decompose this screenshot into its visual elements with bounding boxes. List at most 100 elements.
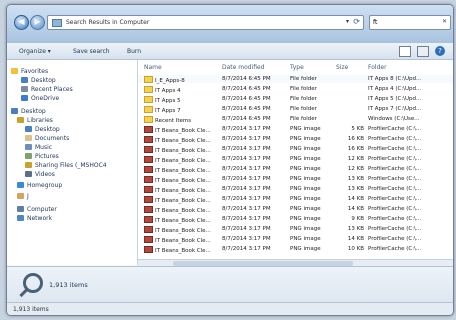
column-header-folder[interactable]: Folder xyxy=(368,64,387,71)
nav-item-1[interactable]: Desktop xyxy=(21,77,56,85)
back-button[interactable]: ◀ xyxy=(14,15,29,30)
forward-button[interactable]: ▶ xyxy=(30,15,45,30)
star-icon xyxy=(11,68,18,74)
nav-item-11[interactable]: Videos xyxy=(25,171,55,179)
file-name-text: IT Beans_Book Cle... xyxy=(155,158,211,164)
file-row[interactable]: IT Beans_Book Cle... 8/7/2014 3:17 PM PNG … xyxy=(138,155,453,164)
file-name-text: IT Beans_Book Cle... xyxy=(155,198,211,204)
file-row[interactable]: IT Beans_Book Cle... 8/7/2014 3:17 PM PNG … xyxy=(138,145,453,154)
desktop-icon xyxy=(11,108,18,114)
file-name-text: IT Beans_Book Cle... xyxy=(155,178,211,184)
file-type: PNG image xyxy=(290,236,321,242)
desktop-icon xyxy=(21,77,28,83)
file-folder: ProfilerCache (C:\... xyxy=(368,166,422,172)
file-name: IT Apps 7 xyxy=(144,106,218,114)
nav-item-label: Network xyxy=(27,215,53,222)
search-box[interactable]: ✕ xyxy=(369,15,451,30)
nav-item-2[interactable]: Recent Places xyxy=(21,86,73,94)
clear-search-icon[interactable]: ✕ xyxy=(442,18,447,25)
image-file-icon xyxy=(144,226,153,233)
burn-button[interactable]: Burn xyxy=(127,48,141,55)
homegroup-icon xyxy=(17,182,24,188)
nav-item-9[interactable]: Pictures xyxy=(25,153,59,161)
address-bar[interactable]: Search Results in Computer ▾ ⟳ xyxy=(47,15,364,30)
nav-item-13[interactable]: J xyxy=(17,193,29,201)
file-row[interactable]: IT Beans_Book Cle... 8/7/2014 3:17 PM PNG … xyxy=(138,125,453,134)
file-name-text: IT Apps 7 xyxy=(155,108,181,114)
file-row[interactable]: Recent Items 8/7/2014 6:45 PM File folder W… xyxy=(138,115,453,124)
organize-button[interactable]: Organize ▾ xyxy=(19,48,51,55)
file-type: PNG image xyxy=(290,176,321,182)
file-type: PNG image xyxy=(290,186,321,192)
file-size: 14 KB xyxy=(347,196,364,202)
file-size: 13 KB xyxy=(347,176,364,182)
nav-item-10[interactable]: Sharing Files (_MSHOC4 xyxy=(25,162,107,170)
file-name: IT Beans_Book Cle... xyxy=(144,136,218,144)
address-dropdown-icon[interactable]: ▾ xyxy=(346,18,349,25)
save-search-button[interactable]: Save search xyxy=(73,48,110,55)
file-row[interactable]: IT Beans_Book Cle... 8/7/2014 3:17 PM PNG … xyxy=(138,215,453,224)
column-header-size[interactable]: Size xyxy=(336,64,348,71)
file-date: 8/7/2014 3:17 PM xyxy=(222,126,271,132)
file-row[interactable]: IT Beans_Book Cle... 8/7/2014 3:17 PM PNG … xyxy=(138,235,453,244)
nav-item-15[interactable]: Network xyxy=(17,215,52,223)
file-folder: IT Apps 8 (C:\Upd... xyxy=(368,76,422,82)
file-date: 8/7/2014 3:17 PM xyxy=(222,166,271,172)
view-options-icon[interactable] xyxy=(399,46,411,57)
nav-item-label: Documents xyxy=(35,135,70,142)
column-header-date[interactable]: Date modified xyxy=(222,64,265,71)
nav-item-3[interactable]: OneDrive xyxy=(21,95,59,103)
preview-pane-icon[interactable] xyxy=(417,46,429,57)
file-name: IT Beans_Book Cle... xyxy=(144,146,218,154)
file-row[interactable]: IT Beans_Book Cle... 8/7/2014 3:17 PM PNG … xyxy=(138,135,453,144)
file-row[interactable]: IT Beans_Book Cle... 8/7/2014 3:17 PM PNG … xyxy=(138,245,453,254)
file-row[interactable]: IT Apps 5 8/7/2014 6:45 PM File folder IT A… xyxy=(138,95,453,104)
column-header-type[interactable]: Type xyxy=(290,64,304,71)
nav-item-label: J xyxy=(27,193,29,200)
nav-item-4[interactable]: Desktop xyxy=(11,108,46,116)
image-file-icon xyxy=(144,246,153,253)
file-type: PNG image xyxy=(290,166,321,172)
file-date: 8/7/2014 3:17 PM xyxy=(222,246,271,252)
address-text: Search Results in Computer xyxy=(66,19,150,26)
column-header-name[interactable]: Name xyxy=(144,64,162,71)
nav-item-7[interactable]: Documents xyxy=(25,135,69,143)
refresh-icon[interactable]: ⟳ xyxy=(353,17,360,26)
nav-item-0[interactable]: Favorites xyxy=(11,68,48,76)
file-type: File folder xyxy=(290,116,317,122)
file-name-text: IT Beans_Book Cle... xyxy=(155,248,211,254)
file-row[interactable]: IT Beans_Book Cle... 8/7/2014 3:17 PM PNG … xyxy=(138,165,453,174)
help-icon[interactable]: ? xyxy=(435,46,445,56)
file-name: IT Apps 5 xyxy=(144,96,218,104)
file-row[interactable]: IT Apps 4 8/7/2014 6:45 PM File folder IT A… xyxy=(138,85,453,94)
file-name-text: Recent Items xyxy=(155,118,192,124)
file-row[interactable]: IT Beans_Book Cle... 8/7/2014 3:17 PM PNG … xyxy=(138,225,453,234)
file-name: Recent Items xyxy=(144,116,218,124)
nav-item-12[interactable]: Homegroup xyxy=(17,182,62,190)
nav-item-14[interactable]: Computer xyxy=(17,206,57,214)
file-folder: ProfilerCache (C:\... xyxy=(368,226,422,232)
nav-item-6[interactable]: Desktop xyxy=(25,126,60,134)
file-folder: ProfilerCache (C:\... xyxy=(368,146,422,152)
file-row[interactable]: IT Beans_Book Cle... 8/7/2014 3:17 PM PNG … xyxy=(138,205,453,214)
file-size: 5 KB xyxy=(351,126,364,132)
nav-item-8[interactable]: Music xyxy=(25,144,52,152)
file-size: 12 KB xyxy=(347,156,364,162)
file-size: 13 KB xyxy=(347,226,364,232)
nav-item-label: OneDrive xyxy=(31,95,60,102)
search-input[interactable] xyxy=(370,16,441,28)
nav-item-5[interactable]: Libraries xyxy=(17,117,53,125)
file-row[interactable]: IT Beans_Book Cle... 8/7/2014 3:17 PM PNG … xyxy=(138,175,453,184)
file-folder: ProfilerCache (C:\... xyxy=(368,176,422,182)
file-type: PNG image xyxy=(290,196,321,202)
navigation-pane: Favorites Desktop Recent Places OneDrive Des… xyxy=(7,60,138,265)
file-row[interactable]: IT Beans_Book Cle... 8/7/2014 3:17 PM PNG … xyxy=(138,185,453,194)
file-row[interactable]: I_E_Apps-8 8/7/2014 6:45 PM File folder IT … xyxy=(138,75,453,84)
file-row[interactable]: IT Apps 7 8/7/2014 6:45 PM File folder IT A… xyxy=(138,105,453,114)
file-folder: ProfilerCache (C:\... xyxy=(368,196,422,202)
file-type: PNG image xyxy=(290,216,321,222)
nav-item-label: Desktop xyxy=(31,77,56,84)
file-row[interactable]: IT Beans_Book Cle... 8/7/2014 3:17 PM PNG … xyxy=(138,195,453,204)
file-size: 16 KB xyxy=(347,136,364,142)
folder-icon xyxy=(144,86,153,93)
